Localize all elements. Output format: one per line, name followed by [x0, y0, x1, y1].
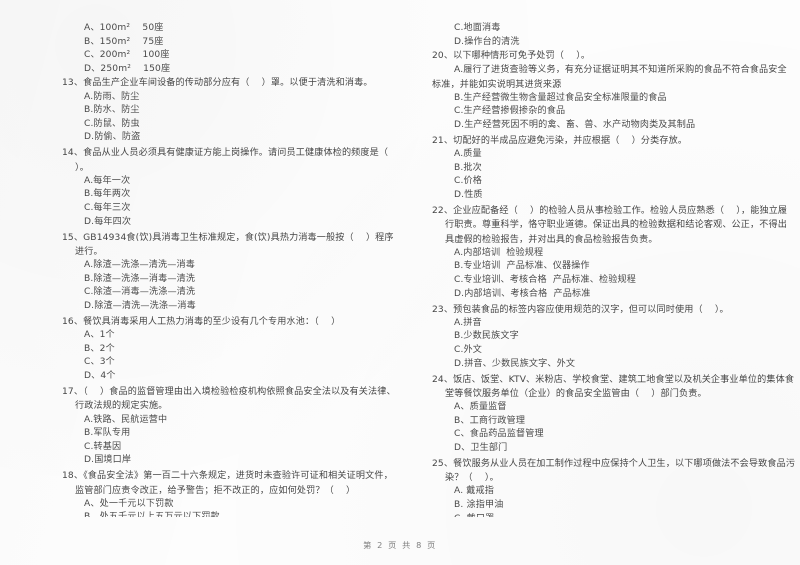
left-column: A、100m² 50座 B、150m² 75座 C、200m² 100座 D、2… — [0, 22, 400, 517]
question-stem: 14、食品从业人员必须具有健康证方能上岗操作。请问员工健康体检的频度是（ ）。 — [62, 148, 400, 173]
question-stem: 21、切配好的半成品应避免污染，并应根据（ ）分类存放。 — [432, 136, 688, 147]
question-16: 16、餐饮具消毒采用人工热力消毒的至少设有几个专用水池：（ ） A、1个 B、2… — [62, 315, 396, 384]
option-a: A.每年一次 — [84, 175, 131, 186]
option-b: B、工商行政管理 — [454, 415, 526, 426]
question-25: 25、餐饮服务从业人员在加工制作过程中应保持个人卫生，以下哪项做法不会导致食品污… — [432, 457, 796, 517]
option-d: D.生产经营死因不明的禽、畜、兽、水产动物肉类及其制品 — [454, 119, 696, 130]
option-a: A. 戴戒指 — [454, 486, 495, 497]
question-stem: 16、餐饮具消毒采用人工热力消毒的至少设有几个专用水池：（ ） — [62, 317, 341, 328]
option-c: C、3个 — [84, 357, 115, 368]
option-b: B.专业培训 产品标准、仪器操作 — [454, 261, 590, 272]
option-c: C.专业培训、考核合格 产品标准、检验规程 — [454, 274, 637, 285]
option-c: C.价格 — [454, 176, 483, 187]
option-d: D.内部培训、考核合格 产品标准 — [454, 288, 591, 299]
question-21: 21、切配好的半成品应避免污染，并应根据（ ）分类存放。 A.质量 B.批次 C… — [432, 134, 796, 203]
option-c: C.防鼠、防虫 — [84, 118, 140, 129]
option-d: D.每年四次 — [84, 216, 132, 227]
two-column-layout: A、100m² 50座 B、150m² 75座 C、200m² 100座 D、2… — [0, 22, 800, 517]
option-a: A.履行了进货查验等义务，有充分证据证明其不知道所采购的食品不符合食品安全标准，… — [432, 65, 787, 90]
option-d: D.拼音、少数民族文字、外文 — [454, 358, 576, 369]
option-line: D.操作台的清洗 — [454, 36, 520, 47]
option-b: B.军队专用 — [84, 428, 131, 439]
option-a: A.内部培训 检验规程 — [454, 247, 544, 258]
option-b: B.防水、防尘 — [84, 105, 140, 116]
option-line: D、250m² 150座 — [84, 63, 171, 74]
question-stem: 20、以下哪种情形可免予处罚（ ）。 — [432, 51, 591, 62]
option-b: B.批次 — [454, 162, 482, 173]
option-d: D.防偷、防盗 — [84, 132, 141, 143]
option-b: B.少数民族文字 — [454, 331, 519, 342]
question-22: 22、企业应配备经（ ）的检验人员从事检验工作。检验人员应熟悉（ ），能独立履行… — [432, 204, 796, 301]
option-c: C、食品药品监督管理 — [454, 429, 544, 440]
question-stem: 18、《食品安全法》第一百二十六条规定，进货时未查验许可证和相关证明文件，监管部… — [62, 471, 393, 496]
question-stem: 23、预包装食品的标签内容应使用规范的汉字，但可以同时使用（ ）。 — [432, 304, 729, 315]
orphan-options-left: A、100m² 50座 B、150m² 75座 C、200m² 100座 D、2… — [62, 22, 396, 76]
option-b: B.生产经营微生物含量超过食品安全标准限量的食品 — [454, 92, 667, 103]
option-line: C、200m² 100座 — [84, 50, 170, 61]
question-14: 14、食品从业人员必须具有健康证方能上岗操作。请问员工健康体检的频度是（ ）。 … — [62, 146, 396, 229]
option-b: B. 涂指甲油 — [454, 500, 504, 510]
option-c: C.生产经营掺假掺杂的食品 — [454, 106, 566, 117]
right-column: C.地面消毒 D.操作台的清洗 20、以下哪种情形可免予处罚（ ）。 A.履行了… — [400, 22, 800, 517]
option-c: C.外文 — [454, 345, 483, 356]
option-d: D、卫生部门 — [454, 442, 508, 453]
question-13: 13、食品生产企业车间设备的传动部分应有（ ）罩。以便于清洗和消毒。 A.防雨、… — [62, 76, 396, 145]
option-b: B.除渣—洗涤—消毒—清洗 — [84, 273, 196, 284]
question-stem: 25、餐饮服务从业人员在加工制作过程中应保持个人卫生，以下哪项做法不会导致食品污… — [432, 459, 796, 484]
option-line: B、150m² 75座 — [84, 36, 164, 47]
question-stem: 17、（ ）食品的监督管理由出入境检验检疫机构依照食品安全法以及有关法律、行政法… — [62, 387, 396, 412]
option-c: C.每年三次 — [84, 203, 131, 214]
question-stem: 22、企业应配备经（ ）的检验人员从事检验工作。检验人员应熟悉（ ），能独立履行… — [432, 206, 788, 245]
option-c: C.除渣—消毒—洗涤—清洗 — [84, 287, 196, 298]
exam-page: A、100m² 50座 B、150m² 75座 C、200m² 100座 D、2… — [0, 0, 800, 565]
question-20: 20、以下哪种情形可免予处罚（ ）。 A.履行了进货查验等义务，有充分证据证明其… — [432, 49, 796, 132]
option-d: D.除渣—清洗—洗涤—消毒 — [84, 300, 196, 311]
option-c: C. 戴口罩 — [432, 513, 796, 517]
option-line: A、100m² 50座 — [84, 23, 164, 33]
question-24: 24、饭店、饭堂、KTV、米粉店、学校食堂、建筑工地食堂以及机关企事业单位的集体… — [432, 373, 796, 456]
option-c: C.转基因 — [84, 441, 122, 452]
option-a: A.除渣—洗涤—清洗—消毒 — [84, 260, 195, 271]
option-b: B、处五千元以上五万元以下罚款 — [62, 511, 396, 517]
option-a: A、处一千元以下罚款 — [84, 498, 174, 509]
question-18: 18、《食品安全法》第一百二十六条规定，进货时未查验许可证和相关证明文件，监管部… — [62, 469, 396, 517]
question-15: 15、GB14934食(饮)具消毒卫生标准规定，食(饮)具热力消毒一般按（ ）程… — [62, 231, 396, 314]
option-a: A.质量 — [454, 149, 482, 160]
option-b: B、2个 — [84, 343, 115, 354]
option-a: A、质量监督 — [454, 402, 507, 413]
question-stem: 13、食品生产企业车间设备的传动部分应有（ ）罩。以便于清洗和消毒。 — [62, 78, 373, 89]
question-stem: 15、GB14934食(饮)具消毒卫生标准规定，食(饮)具热力消毒一般按（ ）程… — [62, 232, 394, 257]
question-stem: 24、饭店、饭堂、KTV、米粉店、学校食堂、建筑工地食堂以及机关企事业单位的集体… — [432, 374, 795, 399]
option-d: D.性质 — [454, 190, 483, 201]
option-d: D、4个 — [84, 371, 116, 381]
option-a: A、1个 — [84, 330, 115, 341]
option-b: B.每年两次 — [84, 189, 131, 200]
page-footer: 第 2 页 共 8 页 — [363, 540, 437, 550]
option-line: C.地面消毒 — [454, 23, 501, 33]
option-d: D.国境口岸 — [84, 455, 132, 466]
option-a: A.铁路、民航运营中 — [84, 414, 168, 425]
question-17: 17、（ ）食品的监督管理由出入境检验检疫机构依照食品安全法以及有关法律、行政法… — [62, 385, 396, 468]
orphan-options-right: C.地面消毒 D.操作台的清洗 — [432, 22, 796, 49]
option-a: A.拼音 — [454, 317, 482, 328]
option-a: A.防雨、防尘 — [84, 91, 140, 102]
question-23: 23、预包装食品的标签内容应使用规范的汉字，但可以同时使用（ ）。 A.拼音 B… — [432, 303, 796, 372]
